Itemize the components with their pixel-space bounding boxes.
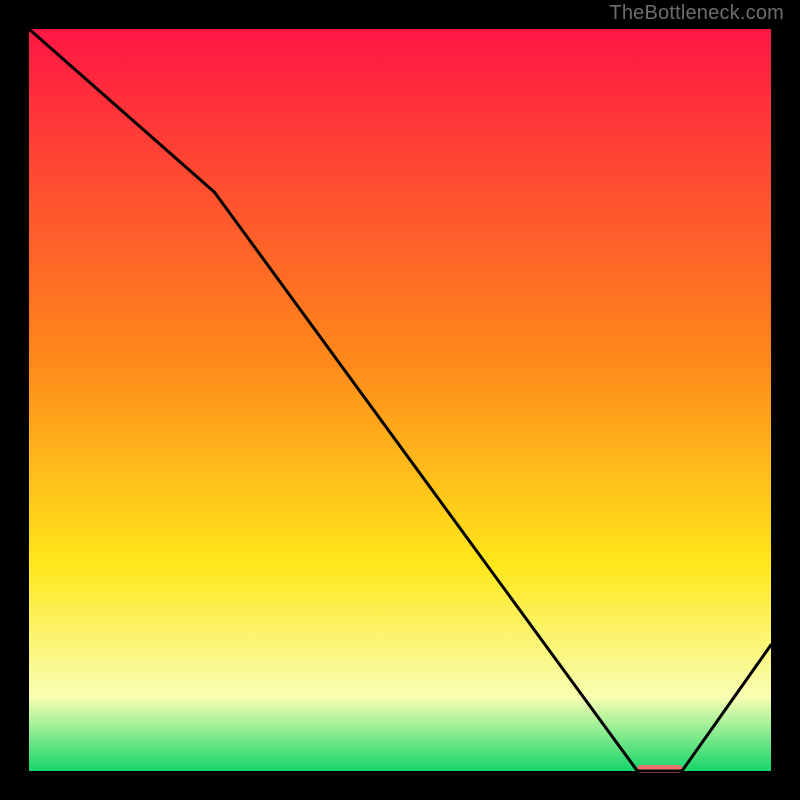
plot-background [29,29,771,771]
watermark-label: TheBottleneck.com [609,2,784,25]
chart-container: TheBottleneck.com [0,0,800,800]
chart-plot [0,0,800,800]
